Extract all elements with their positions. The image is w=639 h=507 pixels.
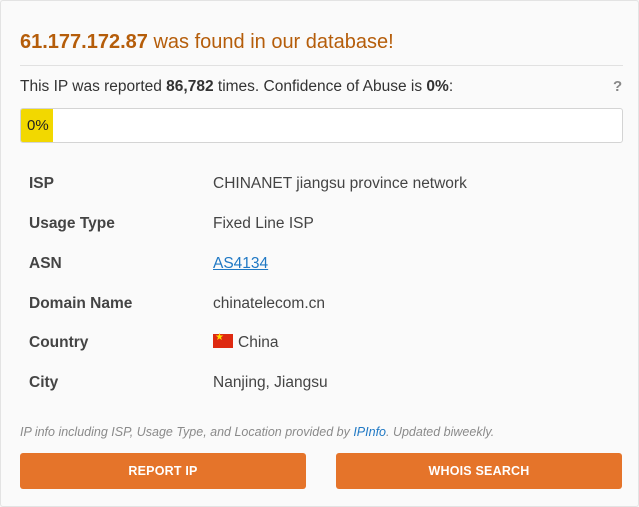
detail-value-wrap: ★ China (213, 332, 279, 352)
detail-row-country: Country ★ China (1, 324, 638, 364)
report-ip-button[interactable]: REPORT IP (20, 453, 306, 489)
detail-label: ISP (29, 175, 54, 192)
note-suffix: . Updated biweekly. (386, 425, 495, 439)
ip-address: 61.177.172.87 (20, 31, 148, 53)
whois-search-button[interactable]: WHOIS SEARCH (336, 453, 622, 489)
detail-label: City (29, 374, 59, 391)
confidence-value: 0% (426, 78, 449, 95)
detail-row-usage-type: Usage Type Fixed Line ISP (1, 205, 638, 245)
report-summary: This IP was reported 86,782 times. Confi… (20, 78, 453, 96)
confidence-progress-bar: 0% (20, 108, 623, 143)
report-count: 86,782 (166, 78, 214, 95)
report-middle: times. Confidence of Abuse is (213, 78, 427, 95)
ip-result-card: 61.177.172.87 was found in our database!… (0, 0, 639, 507)
detail-value: CHINANET jiangsu province network (213, 175, 467, 192)
data-source-note: IP info including ISP, Usage Type, and L… (20, 425, 494, 439)
headline-suffix: was found in our database! (147, 31, 394, 53)
detail-row-city: City Nanjing, Jiangsu (1, 364, 638, 404)
detail-row-domain-name: Domain Name chinatelecom.cn (1, 285, 638, 325)
help-icon[interactable]: ? (613, 78, 622, 95)
asn-link[interactable]: AS4134 (213, 255, 268, 272)
detail-value: Fixed Line ISP (213, 215, 314, 232)
progress-label: 0% (27, 117, 49, 134)
detail-label: Country (29, 334, 89, 351)
ipinfo-link[interactable]: IPInfo (353, 425, 386, 439)
detail-row-asn: ASN AS4134 (1, 245, 638, 285)
result-headline: 61.177.172.87 was found in our database! (20, 31, 394, 54)
note-prefix: IP info including ISP, Usage Type, and L… (20, 425, 354, 439)
detail-row-isp: ISP CHINANET jiangsu province network (1, 165, 638, 205)
detail-label: ASN (29, 255, 62, 272)
detail-value: Nanjing, Jiangsu (213, 374, 328, 391)
detail-value: chinatelecom.cn (213, 295, 326, 312)
detail-value: China (238, 334, 279, 351)
report-suffix: : (448, 78, 454, 95)
divider (20, 65, 623, 66)
report-prefix: This IP was reported (20, 78, 167, 95)
detail-label: Usage Type (29, 215, 115, 232)
china-flag-icon: ★ (213, 332, 233, 348)
detail-label: Domain Name (29, 295, 133, 312)
detail-value-wrap: AS4134 (213, 255, 268, 273)
